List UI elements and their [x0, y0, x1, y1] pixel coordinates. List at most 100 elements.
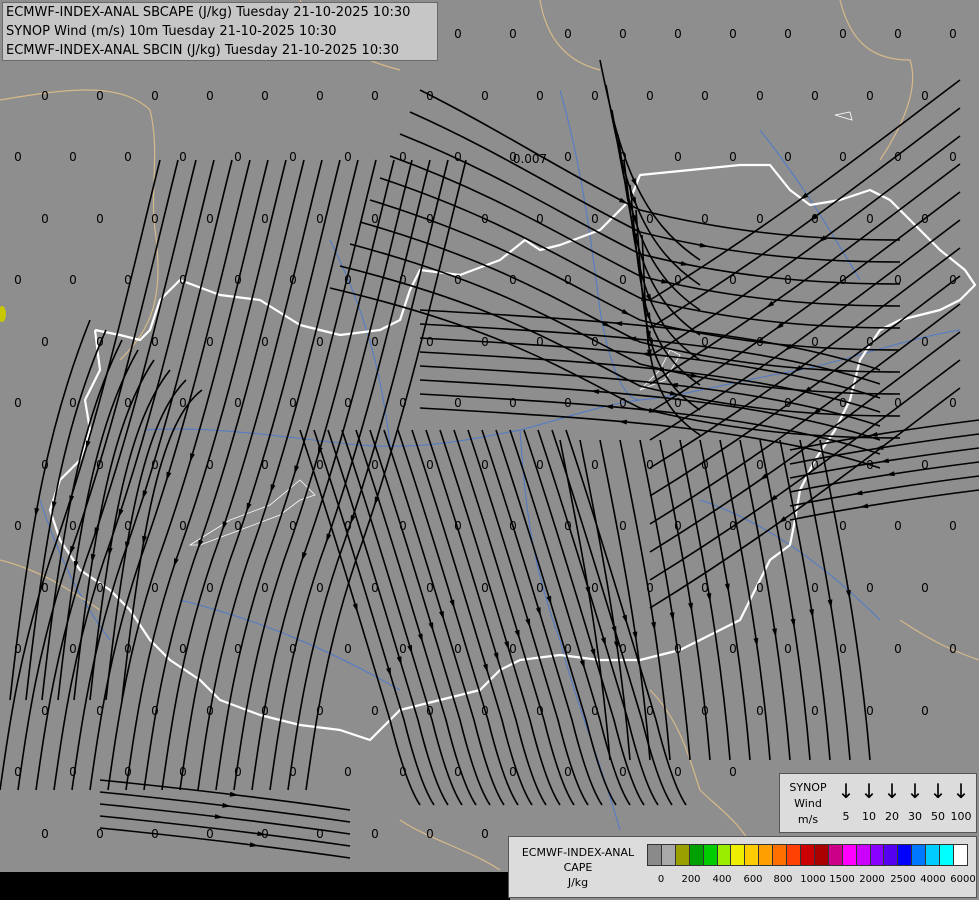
wind-barb-down-arrow-icon: ↓ — [906, 779, 924, 803]
grid-value-label: 0 — [14, 273, 22, 287]
grid-value-label: 0 — [124, 765, 132, 779]
cape-color-swatch — [688, 844, 704, 866]
grid-value-label: 0 — [784, 27, 792, 41]
wind-legend-item: ↓ 20 — [880, 778, 904, 824]
grid-value-label: 0 — [756, 89, 764, 103]
cape-tick-label: 0 — [657, 874, 665, 885]
grid-value-label: 0 — [426, 458, 434, 472]
grid-value-label: 0 — [96, 581, 104, 595]
cape-tick-label: 2000 — [859, 874, 885, 885]
cape-color-swatch — [674, 844, 690, 866]
grid-value-label: 0 — [674, 396, 682, 410]
grid-value-label: 0 — [316, 335, 324, 349]
grid-value-label: 0 — [344, 273, 352, 287]
grid-value-label: 0 — [261, 827, 269, 841]
grid-value-label: 0 — [41, 581, 49, 595]
grid-value-label: 0 — [536, 212, 544, 226]
grid-value-label: 0 — [646, 458, 654, 472]
grid-value-label: 0 — [206, 335, 214, 349]
grid-value-label: 0 — [756, 335, 764, 349]
grid-value-label: 0 — [591, 581, 599, 595]
grid-value-label: 0 — [371, 335, 379, 349]
grid-value-label: 0 — [701, 581, 709, 595]
grid-value-label: 0 — [124, 519, 132, 533]
grid-value-label: 0 — [371, 212, 379, 226]
grid-value-label: 0 — [234, 273, 242, 287]
grid-value-label: 0 — [536, 335, 544, 349]
grid-value-label: 0 — [344, 642, 352, 656]
synop-legend-title: SYNOP Wind m/s — [789, 781, 827, 826]
map-bottom-strip — [0, 872, 510, 900]
grid-value-label: 0 — [399, 642, 407, 656]
grid-value-label: 0 — [124, 150, 132, 164]
grid-value-label: 0 — [261, 704, 269, 718]
grid-value-label: 0 — [426, 212, 434, 226]
grid-value-label: 0 — [454, 396, 462, 410]
grid-value-label: 0 — [619, 150, 627, 164]
grid-value-label: 0 — [839, 27, 847, 41]
cape-tick-label: 400 — [712, 874, 732, 885]
grid-value-label: 0 — [756, 581, 764, 595]
cape-color-swatch — [799, 844, 815, 866]
grid-value-label: 0 — [949, 642, 957, 656]
cape-tick-label: 800 — [773, 874, 793, 885]
grid-value-label: 0 — [921, 704, 929, 718]
grid-value-label: 0 — [151, 827, 159, 841]
grid-value-label: 0 — [426, 581, 434, 595]
grid-value-label: 0 — [784, 273, 792, 287]
grid-value-label: 0 — [454, 273, 462, 287]
wind-legend-item: ↓ 5 — [834, 778, 858, 824]
cape-color-legend: ECMWF-INDEX-ANAL CAPE J/kg 0 200 400 600 800… — [508, 836, 977, 898]
cape-color-swatch — [786, 844, 801, 866]
map-stage: 0 0 0 0 0 0 0 0 0 0 0 0 0 0 0 0 0 0 0 0 0 0 0 0 0 0 0 0 0 0 0 0 0 0 0 0 0 0 0 0… — [0, 0, 979, 900]
cape-color-swatch — [813, 844, 829, 866]
grid-value-label: 0 — [234, 519, 242, 533]
grid-value-label: 0 — [69, 519, 77, 533]
grid-value-label: 0 — [426, 704, 434, 718]
cape-tick-label: 6000 — [950, 874, 976, 885]
grid-value-label: 0 — [41, 212, 49, 226]
grid-value-label: 0 — [729, 396, 737, 410]
grid-value-label: 0 — [124, 396, 132, 410]
grid-value-label: 0 — [591, 458, 599, 472]
cape-color-swatch — [772, 844, 788, 866]
cape-color-swatch — [855, 844, 871, 866]
grid-value-label: 0 — [344, 396, 352, 410]
grid-value-label: 0 — [894, 150, 902, 164]
grid-value-label: 0 — [674, 150, 682, 164]
grid-value-label: 0 — [949, 519, 957, 533]
cape-color-swatch — [716, 844, 732, 866]
grid-value-label: 0 — [619, 27, 627, 41]
grid-value-label: 0 — [921, 212, 929, 226]
grid-value-label: 0 — [344, 519, 352, 533]
cape-tick-labels: 0 200 400 600 800 1000 1500 2000 2500 4000 6000 — [647, 874, 977, 888]
grid-value-label: 0 — [564, 27, 572, 41]
grid-value-label: 0 — [564, 642, 572, 656]
grid-value-label: 0 — [261, 581, 269, 595]
cape-color-swatch — [744, 844, 760, 866]
grid-value-label: 0 — [371, 89, 379, 103]
grid-value-label: 0 — [564, 396, 572, 410]
wind-barb-down-arrow-icon: ↓ — [860, 779, 878, 803]
grid-value-label: 0 — [894, 27, 902, 41]
grid-value-label: 0 — [96, 89, 104, 103]
synop-legend-arrows: ↓ 5 ↓ 10 ↓ 20 ↓ 30 ↓ 50 ↓ 100 — [834, 778, 974, 830]
cape-color-swatch — [758, 844, 774, 866]
grid-value-label: 0 — [234, 396, 242, 410]
map-title-box: ECMWF-INDEX-ANAL SBCAPE (J/kg) Tuesday 2… — [2, 2, 438, 61]
grid-value-label: 0 — [316, 827, 324, 841]
grid-value-label: 0 — [371, 458, 379, 472]
grid-value-label: 0 — [591, 704, 599, 718]
grid-value-label: 0 — [289, 642, 297, 656]
grid-value-label: 0 — [261, 458, 269, 472]
grid-value-label: 0 — [151, 704, 159, 718]
grid-value-label: 0 — [591, 212, 599, 226]
grid-value-label: 0 — [69, 765, 77, 779]
grid-value-label: 0 — [701, 89, 709, 103]
grid-value-label: 0 — [811, 458, 819, 472]
grid-value-label: 0 — [564, 273, 572, 287]
cape-color-swatch — [911, 844, 927, 866]
grid-value-label: 0 — [124, 273, 132, 287]
grid-value-label: 0 — [124, 642, 132, 656]
grid-value-label: 0 — [399, 519, 407, 533]
